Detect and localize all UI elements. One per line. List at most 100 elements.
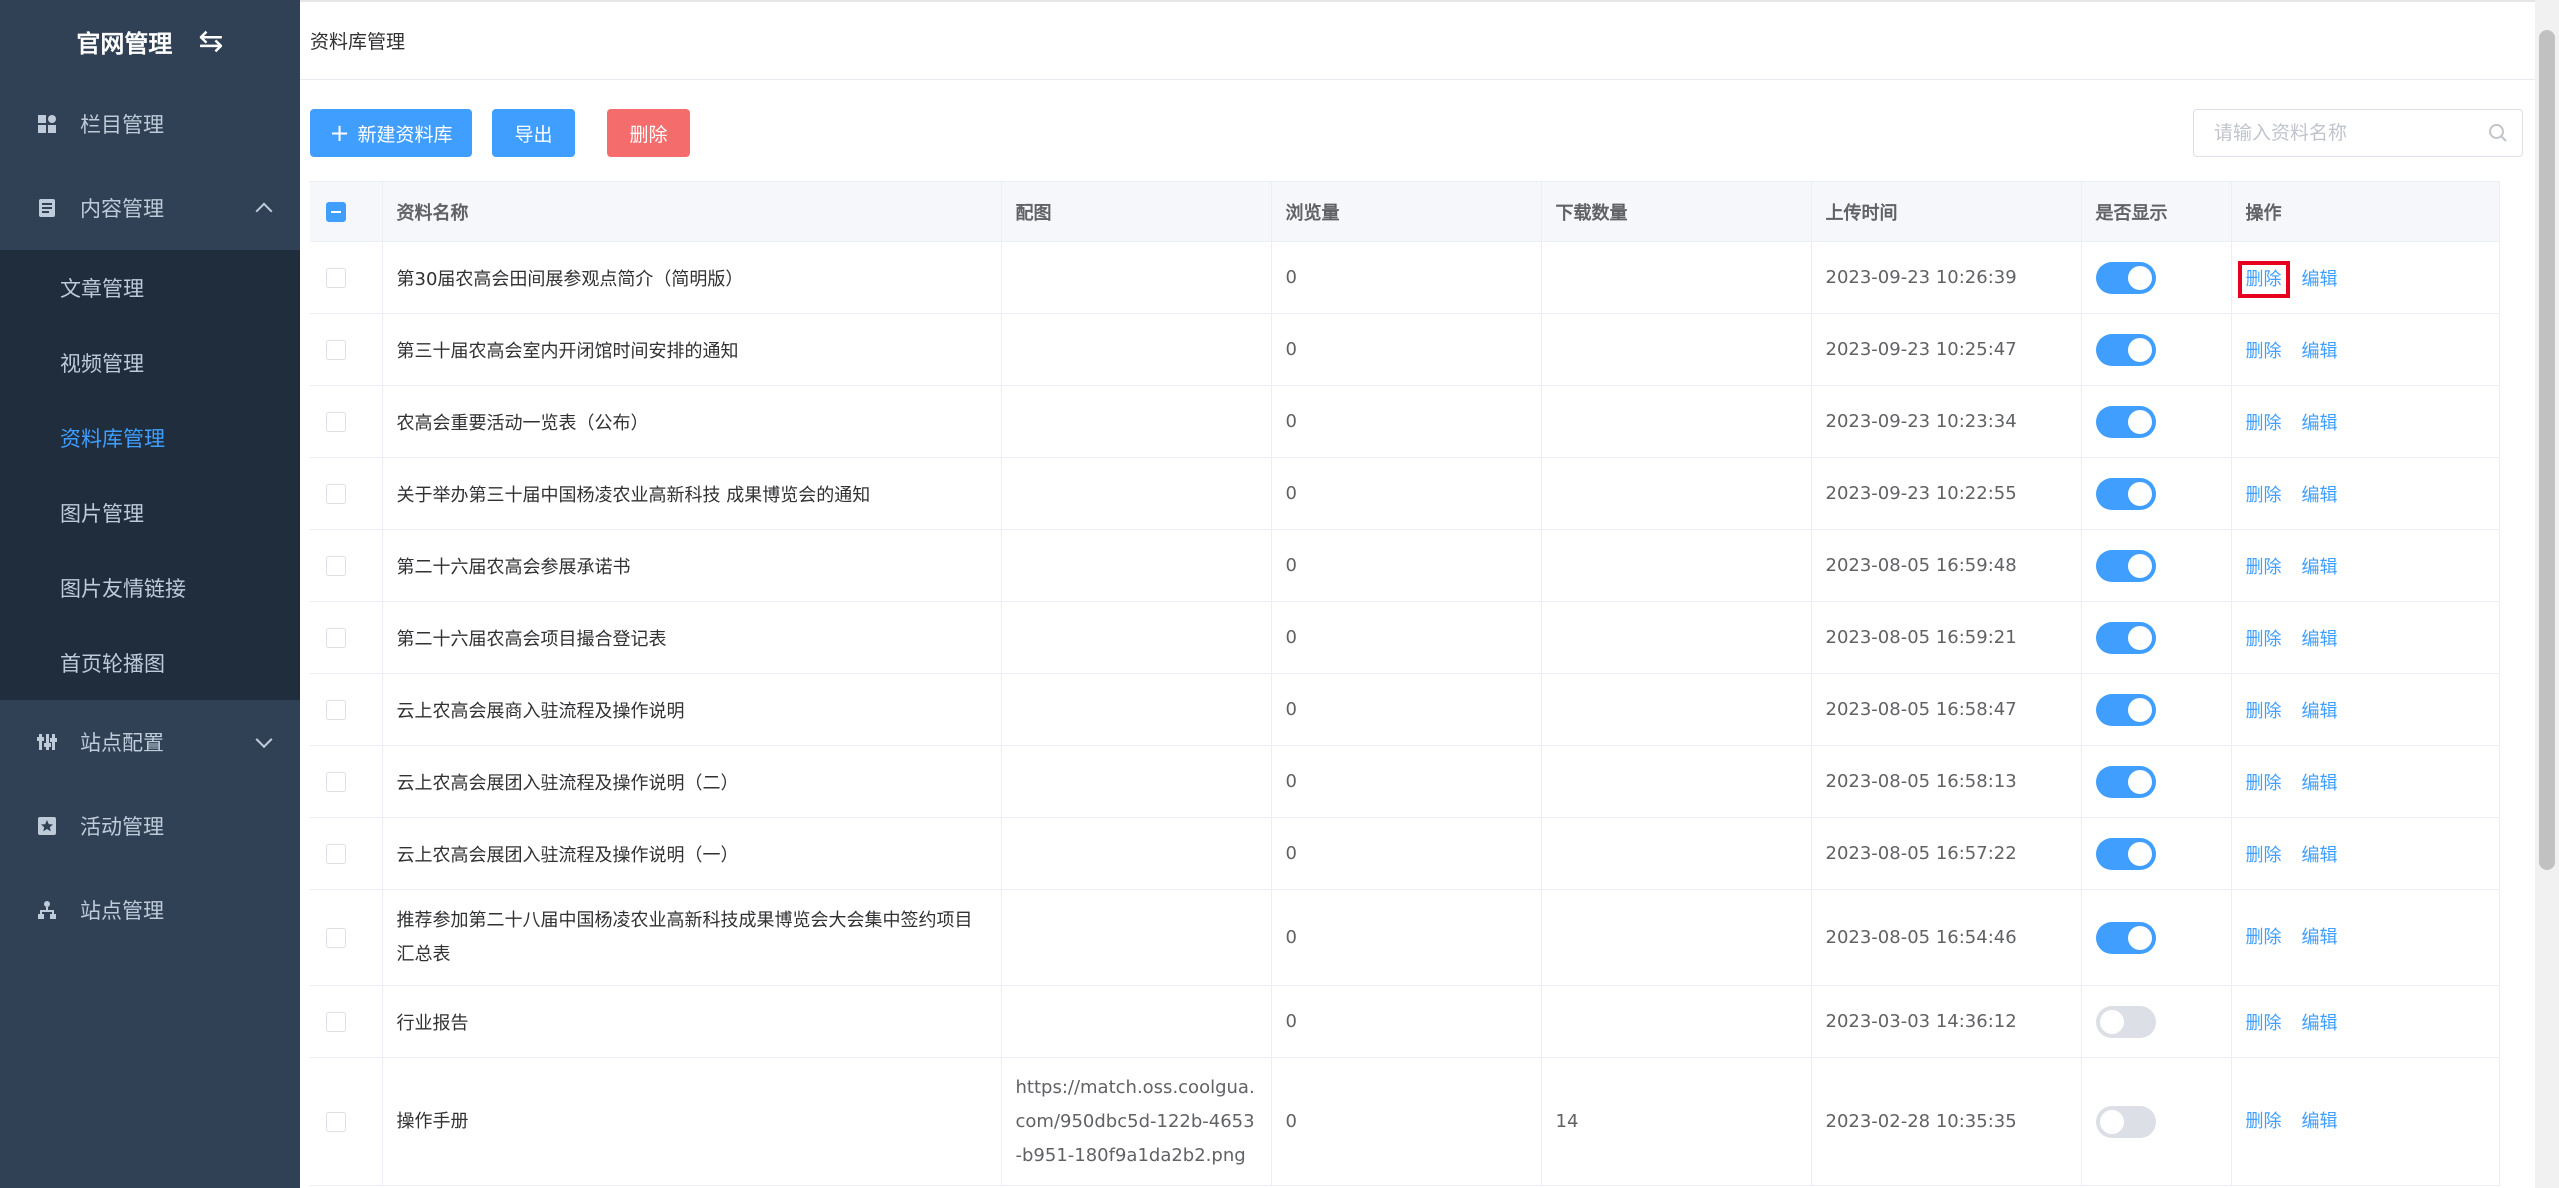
delete-link[interactable]: 删除 xyxy=(2246,485,2282,506)
sidebar-item-column[interactable]: 栏目管理 xyxy=(0,82,300,166)
visibility-toggle[interactable] xyxy=(2095,549,2156,582)
cell-upload-time: 2023-08-05 16:58:13 xyxy=(1811,745,2082,818)
delete-link[interactable]: 删除 xyxy=(2246,341,2282,362)
delete-link[interactable]: 删除 xyxy=(2246,1111,2282,1132)
delete-link[interactable]: 删除 xyxy=(2246,557,2282,578)
cell-upload-time: 2023-03-03 14:36:12 xyxy=(1811,985,2082,1058)
table-row: 云上农高会展商入驻流程及操作说明 0 2023-08-05 16:58:47 删… xyxy=(310,673,2500,746)
visibility-toggle[interactable] xyxy=(2095,333,2156,366)
edit-link[interactable]: 编辑 xyxy=(2302,1111,2338,1132)
row-checkbox[interactable] xyxy=(326,556,346,576)
row-checkbox[interactable] xyxy=(326,700,346,720)
search-input[interactable] xyxy=(2214,122,2474,144)
star-box-icon xyxy=(36,815,58,837)
delete-link[interactable]: 删除 xyxy=(2246,927,2282,948)
scrollbar-thumb[interactable] xyxy=(2539,30,2555,870)
sidebar-item-activities[interactable]: 活动管理 xyxy=(0,784,300,868)
cell-name: 云上农高会展团入驻流程及操作说明（二） xyxy=(382,745,1002,818)
visibility-toggle[interactable] xyxy=(2095,405,2156,438)
row-checkbox[interactable] xyxy=(326,340,346,360)
cell-image xyxy=(1001,601,1272,674)
delete-link[interactable]: 删除 xyxy=(2246,773,2282,794)
delete-link[interactable]: 删除 xyxy=(2246,845,2282,866)
row-checkbox[interactable] xyxy=(326,484,346,504)
cell-upload-time: 2023-09-23 10:26:39 xyxy=(1811,241,2082,314)
cell-downloads xyxy=(1541,889,1812,986)
sidebar-item-images[interactable]: 图片管理 xyxy=(0,475,300,550)
search-icon[interactable] xyxy=(2488,123,2508,148)
cell-name: 云上农高会展商入驻流程及操作说明 xyxy=(382,673,1002,746)
edit-link[interactable]: 编辑 xyxy=(2302,1013,2338,1034)
new-library-button[interactable]: + 新建资料库 xyxy=(310,109,472,157)
edit-link[interactable]: 编辑 xyxy=(2302,269,2338,290)
row-checkbox[interactable] xyxy=(326,1111,346,1132)
sidebar-item-label: 活动管理 xyxy=(80,815,164,839)
cell-image xyxy=(1001,673,1272,746)
breadcrumb: 资料库管理 xyxy=(300,0,2535,80)
cell-views: 0 xyxy=(1271,385,1542,458)
cell-upload-time: 2023-09-23 10:22:55 xyxy=(1811,457,2082,530)
cell-downloads xyxy=(1541,817,1812,890)
edit-link[interactable]: 编辑 xyxy=(2302,341,2338,362)
cell-upload-time: 2023-08-05 16:57:22 xyxy=(1811,817,2082,890)
delete-link[interactable]: 删除 xyxy=(2246,1013,2282,1034)
row-checkbox[interactable] xyxy=(326,844,346,864)
edit-link[interactable]: 编辑 xyxy=(2302,629,2338,650)
edit-link[interactable]: 编辑 xyxy=(2302,701,2338,722)
swap-icon[interactable]: ⇆ xyxy=(198,24,223,59)
cell-image: https://match.oss.coolgua.com/950dbc5d-1… xyxy=(1001,1057,1272,1186)
sidebar-item-site-config[interactable]: 站点配置 xyxy=(0,700,300,784)
sidebar-item-carousel[interactable]: 首页轮播图 xyxy=(0,625,300,700)
cell-downloads xyxy=(1541,985,1812,1058)
sidebar-item-library[interactable]: 资料库管理 xyxy=(0,400,300,475)
cell-image xyxy=(1001,529,1272,602)
header-name: 资料名称 xyxy=(382,181,1002,242)
sitemap-icon xyxy=(36,899,58,921)
visibility-toggle[interactable] xyxy=(2095,1005,2156,1038)
edit-link[interactable]: 编辑 xyxy=(2302,557,2338,578)
sidebar-item-content[interactable]: 内容管理 xyxy=(0,166,300,250)
visibility-toggle[interactable] xyxy=(2095,837,2156,870)
sidebar-item-videos[interactable]: 视频管理 xyxy=(0,325,300,400)
content-submenu: 文章管理 视频管理 资料库管理 图片管理 图片友情链接 首页轮播图 xyxy=(0,250,300,700)
delete-link[interactable]: 删除 xyxy=(2246,701,2282,722)
visibility-toggle[interactable] xyxy=(2095,765,2156,798)
table-header: 资料名称 配图 浏览量 下载数量 上传时间 是否显示 操作 xyxy=(310,181,2500,242)
cell-upload-time: 2023-02-28 10:35:35 xyxy=(1811,1057,2082,1186)
export-button[interactable]: 导出 xyxy=(492,109,575,157)
row-checkbox[interactable] xyxy=(326,927,346,948)
row-checkbox[interactable] xyxy=(326,772,346,792)
edit-link[interactable]: 编辑 xyxy=(2302,413,2338,434)
plus-icon: + xyxy=(329,119,350,147)
delete-link[interactable]: 删除 xyxy=(2246,629,2282,650)
cell-views: 0 xyxy=(1271,241,1542,314)
delete-link[interactable]: 删除 xyxy=(2246,413,2282,434)
row-checkbox[interactable] xyxy=(326,1012,346,1032)
visibility-toggle[interactable] xyxy=(2095,1105,2156,1138)
select-all-checkbox[interactable] xyxy=(326,202,346,222)
page-scrollbar[interactable] xyxy=(2535,0,2559,1188)
visibility-toggle[interactable] xyxy=(2095,621,2156,654)
sidebar-item-label: 内容管理 xyxy=(80,197,164,221)
batch-delete-button[interactable]: 删除 xyxy=(607,109,690,157)
edit-link[interactable]: 编辑 xyxy=(2302,485,2338,506)
visibility-toggle[interactable] xyxy=(2095,921,2156,954)
visibility-toggle[interactable] xyxy=(2095,261,2156,294)
edit-link[interactable]: 编辑 xyxy=(2302,773,2338,794)
table-row: 云上农高会展团入驻流程及操作说明（二） 0 2023-08-05 16:58:1… xyxy=(310,745,2500,818)
visibility-toggle[interactable] xyxy=(2095,693,2156,726)
row-checkbox[interactable] xyxy=(326,268,346,288)
visibility-toggle[interactable] xyxy=(2095,477,2156,510)
cell-views: 0 xyxy=(1271,601,1542,674)
row-checkbox[interactable] xyxy=(326,628,346,648)
cell-views: 0 xyxy=(1271,529,1542,602)
sidebar-item-sites[interactable]: 站点管理 xyxy=(0,868,300,952)
row-checkbox[interactable] xyxy=(326,412,346,432)
edit-link[interactable]: 编辑 xyxy=(2302,927,2338,948)
sidebar-item-articles[interactable]: 文章管理 xyxy=(0,250,300,325)
delete-link[interactable]: 删除 xyxy=(2237,260,2290,298)
chevron-down-icon xyxy=(255,731,273,749)
edit-link[interactable]: 编辑 xyxy=(2302,845,2338,866)
sidebar-item-image-links[interactable]: 图片友情链接 xyxy=(0,550,300,625)
table-row: 第二十六届农高会参展承诺书 0 2023-08-05 16:59:48 删除 编辑 xyxy=(310,529,2500,602)
